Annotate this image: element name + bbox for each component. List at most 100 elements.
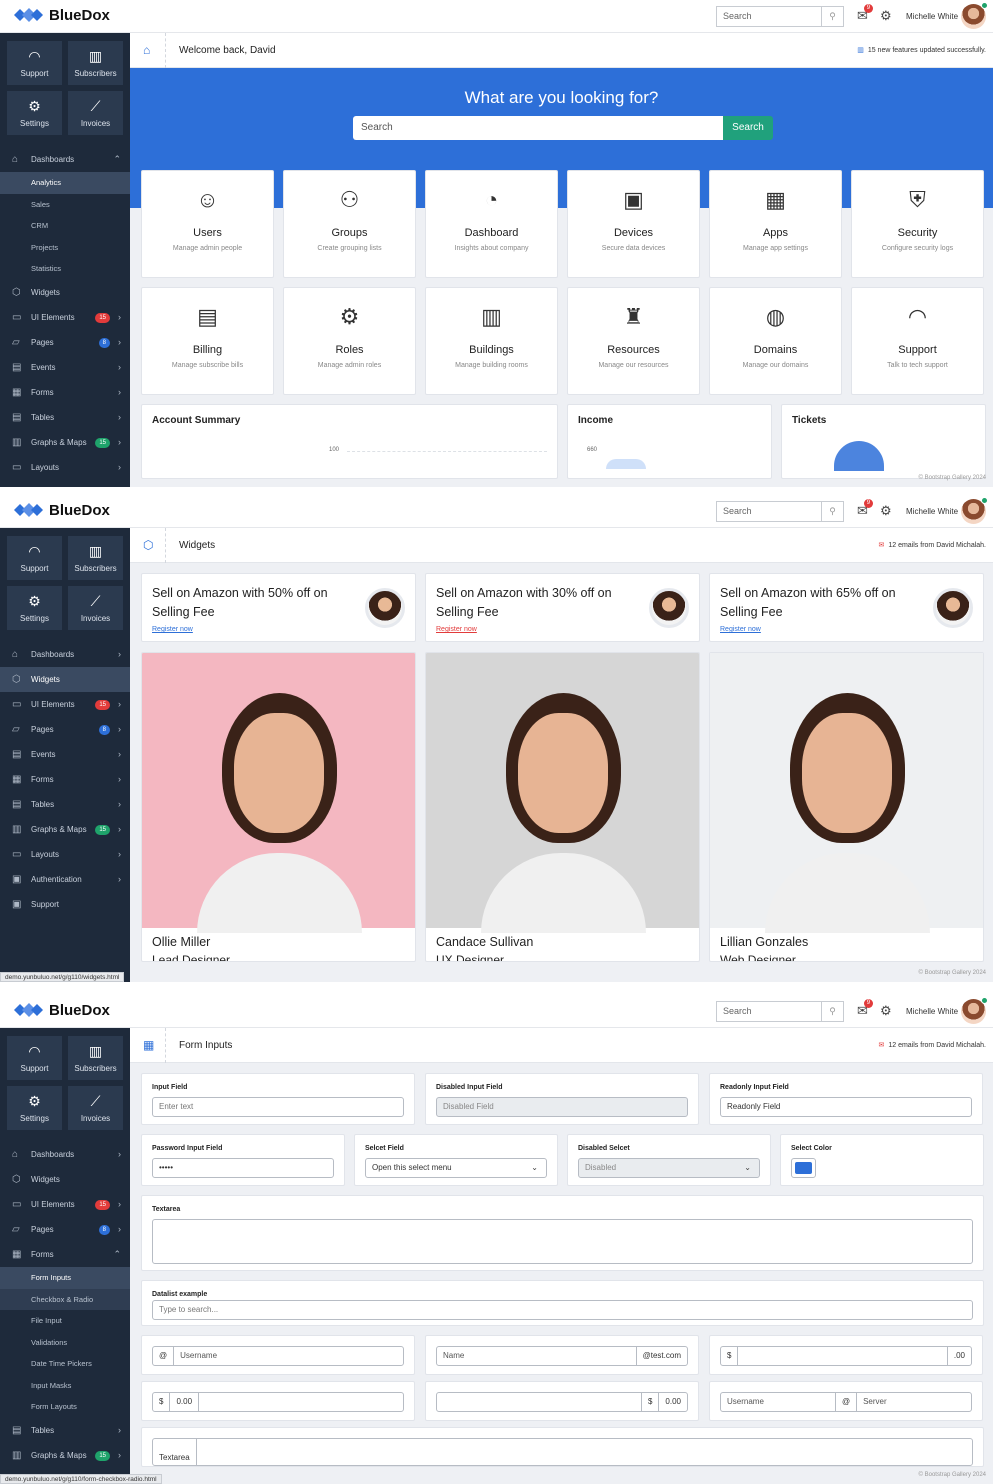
brand-logo[interactable]: BlueDox <box>14 501 110 519</box>
sidebar-item-forms[interactable]: ▦ Forms ⌃ <box>0 1242 130 1267</box>
sidebar-item-widgets[interactable]: ⬡ Widgets <box>0 667 130 692</box>
gear-icon[interactable]: ⚙ <box>880 8 892 24</box>
price-input[interactable] <box>437 1393 641 1411</box>
tile-users[interactable]: ☺ Users Manage admin people <box>141 170 274 278</box>
sidebar-subitem-projects[interactable]: Projects <box>0 237 130 259</box>
sidebar-item-layouts[interactable]: ▭ Layouts › <box>0 842 130 867</box>
tile-security[interactable]: ⛨ Security Configure security logs <box>851 170 984 278</box>
avatar[interactable] <box>961 997 988 1024</box>
sidebar-subitem-date-time-pickers[interactable]: Date Time Pickers <box>0 1353 130 1375</box>
quick-invoices[interactable]: ⟋ Invoices <box>68 91 123 135</box>
sidebar-item-tables[interactable]: ▤ Tables › <box>0 1418 130 1443</box>
server-input[interactable]: Server <box>856 1393 971 1411</box>
text-input[interactable]: Enter text <box>152 1097 404 1117</box>
profile-card[interactable]: Lillian Gonzales Web Designer <box>709 652 984 962</box>
sidebar-item-graphs-maps[interactable]: ▥ Graphs & Maps 15 › <box>0 430 130 455</box>
sidebar-item-ui-elements[interactable]: ▭ UI Elements 15 › <box>0 692 130 717</box>
tile-groups[interactable]: ⚇ Groups Create grouping lists <box>283 170 416 278</box>
sidebar-item-forms[interactable]: ▦ Forms › <box>0 767 130 792</box>
sidebar-item-graphs-maps[interactable]: ▥ Graphs & Maps 15 › <box>0 1443 130 1468</box>
sidebar-item-pages[interactable]: ▱ Pages 8 › <box>0 330 130 355</box>
sidebar-subitem-validations[interactable]: Validations <box>0 1332 130 1354</box>
sidebar-item-pages[interactable]: ▱ Pages 8 › <box>0 717 130 742</box>
grid-icon[interactable]: ▦ <box>143 1038 154 1052</box>
tile-support[interactable]: ◠ Support Talk to tech support <box>851 287 984 395</box>
sidebar-item-tables[interactable]: ▤ Tables › <box>0 792 130 817</box>
sidebar-subitem-checkbox-radio[interactable]: Checkbox & Radio <box>0 1288 130 1310</box>
profile-card[interactable]: Candace Sullivan UX Designer <box>425 652 700 962</box>
sidebar-item-layouts[interactable]: ▭ Layouts › <box>0 455 130 480</box>
quick-settings[interactable]: ⚙ Settings <box>7 1086 62 1130</box>
tile-domains[interactable]: ◍ Domains Manage our domains <box>709 287 842 395</box>
gear-icon[interactable]: ⚙ <box>880 1003 892 1019</box>
sidebar-item-events[interactable]: ▤ Events › <box>0 355 130 380</box>
header-search-input[interactable]: Search ⚲ <box>716 501 844 522</box>
tile-billing[interactable]: ▤ Billing Manage subscribe bills <box>141 287 274 395</box>
select-input[interactable]: Open this select menu ⌄ <box>365 1158 547 1178</box>
sidebar-item-widgets[interactable]: ⬡ Widgets <box>0 280 130 305</box>
tile-buildings[interactable]: ▥ Buildings Manage building rooms <box>425 287 558 395</box>
header-search-input[interactable]: Search ⚲ <box>716 6 844 27</box>
sidebar-item-dashboards[interactable]: ⌂ Dashboards ⌃ <box>0 147 130 172</box>
sidebar-item-ui-elements[interactable]: ▭ UI Elements 15 › <box>0 1192 130 1217</box>
amount-input[interactable] <box>738 1347 946 1365</box>
name-input[interactable]: Name <box>437 1347 636 1365</box>
quick-subscribers[interactable]: ▥ Subscribers <box>68 41 123 85</box>
quick-invoices[interactable]: ⟋ Invoices <box>68 1086 123 1130</box>
quick-subscribers[interactable]: ▥ Subscribers <box>68 1036 123 1080</box>
user-name[interactable]: Michelle White <box>906 507 958 516</box>
tile-apps[interactable]: ▦ Apps Manage app settings <box>709 170 842 278</box>
home-icon[interactable]: ⌂ <box>143 43 150 57</box>
tile-resources[interactable]: ♜ Resources Manage our resources <box>567 287 700 395</box>
search-icon[interactable]: ⚲ <box>821 7 843 26</box>
tile-devices[interactable]: ▣ Devices Secure data devices <box>567 170 700 278</box>
brand-logo[interactable]: BlueDox <box>14 6 110 24</box>
hero-search-input[interactable]: Search <box>353 116 723 140</box>
header-search-input[interactable]: Search ⚲ <box>716 1001 844 1022</box>
quick-settings[interactable]: ⚙ Settings <box>7 91 62 135</box>
sidebar-subitem-input-masks[interactable]: Input Masks <box>0 1375 130 1397</box>
hero-search-button[interactable]: Search <box>723 116 773 140</box>
mail-icon[interactable]: ✉ 9 <box>857 4 873 24</box>
sidebar-item-dashboards[interactable]: ⌂ Dashboards › <box>0 1142 130 1167</box>
price-input[interactable] <box>199 1393 403 1411</box>
quick-support[interactable]: ◠ Support <box>7 41 62 85</box>
textarea-input[interactable] <box>152 1219 973 1264</box>
gear-icon[interactable]: ⚙ <box>880 503 892 519</box>
mail-icon[interactable]: ✉ 9 <box>857 499 873 519</box>
sidebar-subitem-analytics[interactable]: Analytics <box>0 172 130 194</box>
sidebar-subitem-form-layouts[interactable]: Form Layouts <box>0 1396 130 1418</box>
sidebar-item-ui-elements[interactable]: ▭ UI Elements 15 › <box>0 305 130 330</box>
sidebar-item-authentication[interactable]: ▣ Authentication › <box>0 867 130 892</box>
sidebar-subitem-crm[interactable]: CRM <box>0 215 130 237</box>
color-picker[interactable] <box>791 1158 816 1178</box>
sidebar-item-pages[interactable]: ▱ Pages 8 › <box>0 1217 130 1242</box>
user-name[interactable]: Michelle White <box>906 1007 958 1016</box>
avatar[interactable] <box>961 497 988 524</box>
tile-roles[interactable]: ⚙ Roles Manage admin roles <box>283 287 416 395</box>
search-icon[interactable]: ⚲ <box>821 1002 843 1021</box>
quick-support[interactable]: ◠ Support <box>7 1036 62 1080</box>
sidebar-item-graphs-maps[interactable]: ▥ Graphs & Maps 15 › <box>0 817 130 842</box>
avatar[interactable] <box>961 2 988 29</box>
sidebar-item-dashboards[interactable]: ⌂ Dashboards › <box>0 642 130 667</box>
username-input[interactable]: Username <box>721 1393 835 1411</box>
sidebar-item-tables[interactable]: ▤ Tables › <box>0 405 130 430</box>
password-input[interactable]: ••••• <box>152 1158 334 1178</box>
datalist-input[interactable]: Type to search... <box>152 1300 973 1320</box>
sidebar-subitem-statistics[interactable]: Statistics <box>0 258 130 280</box>
sidebar-item-widgets[interactable]: ⬡ Widgets <box>0 1167 130 1192</box>
quick-subscribers[interactable]: ▥ Subscribers <box>68 536 123 580</box>
user-name[interactable]: Michelle White <box>906 12 958 21</box>
search-icon[interactable]: ⚲ <box>821 502 843 521</box>
readonly-input[interactable]: Readonly Field <box>720 1097 972 1117</box>
register-link[interactable]: Register now <box>436 626 477 633</box>
textarea-input[interactable] <box>197 1439 972 1465</box>
register-link[interactable]: Register now <box>152 626 193 633</box>
sidebar-item-support[interactable]: ▣ Support <box>0 892 130 917</box>
sidebar-subitem-file-input[interactable]: File Input <box>0 1310 130 1332</box>
register-link[interactable]: Register now <box>720 626 761 633</box>
cube-icon[interactable]: ⬡ <box>143 538 153 552</box>
sidebar-subitem-sales[interactable]: Sales <box>0 194 130 216</box>
quick-invoices[interactable]: ⟋ Invoices <box>68 586 123 630</box>
